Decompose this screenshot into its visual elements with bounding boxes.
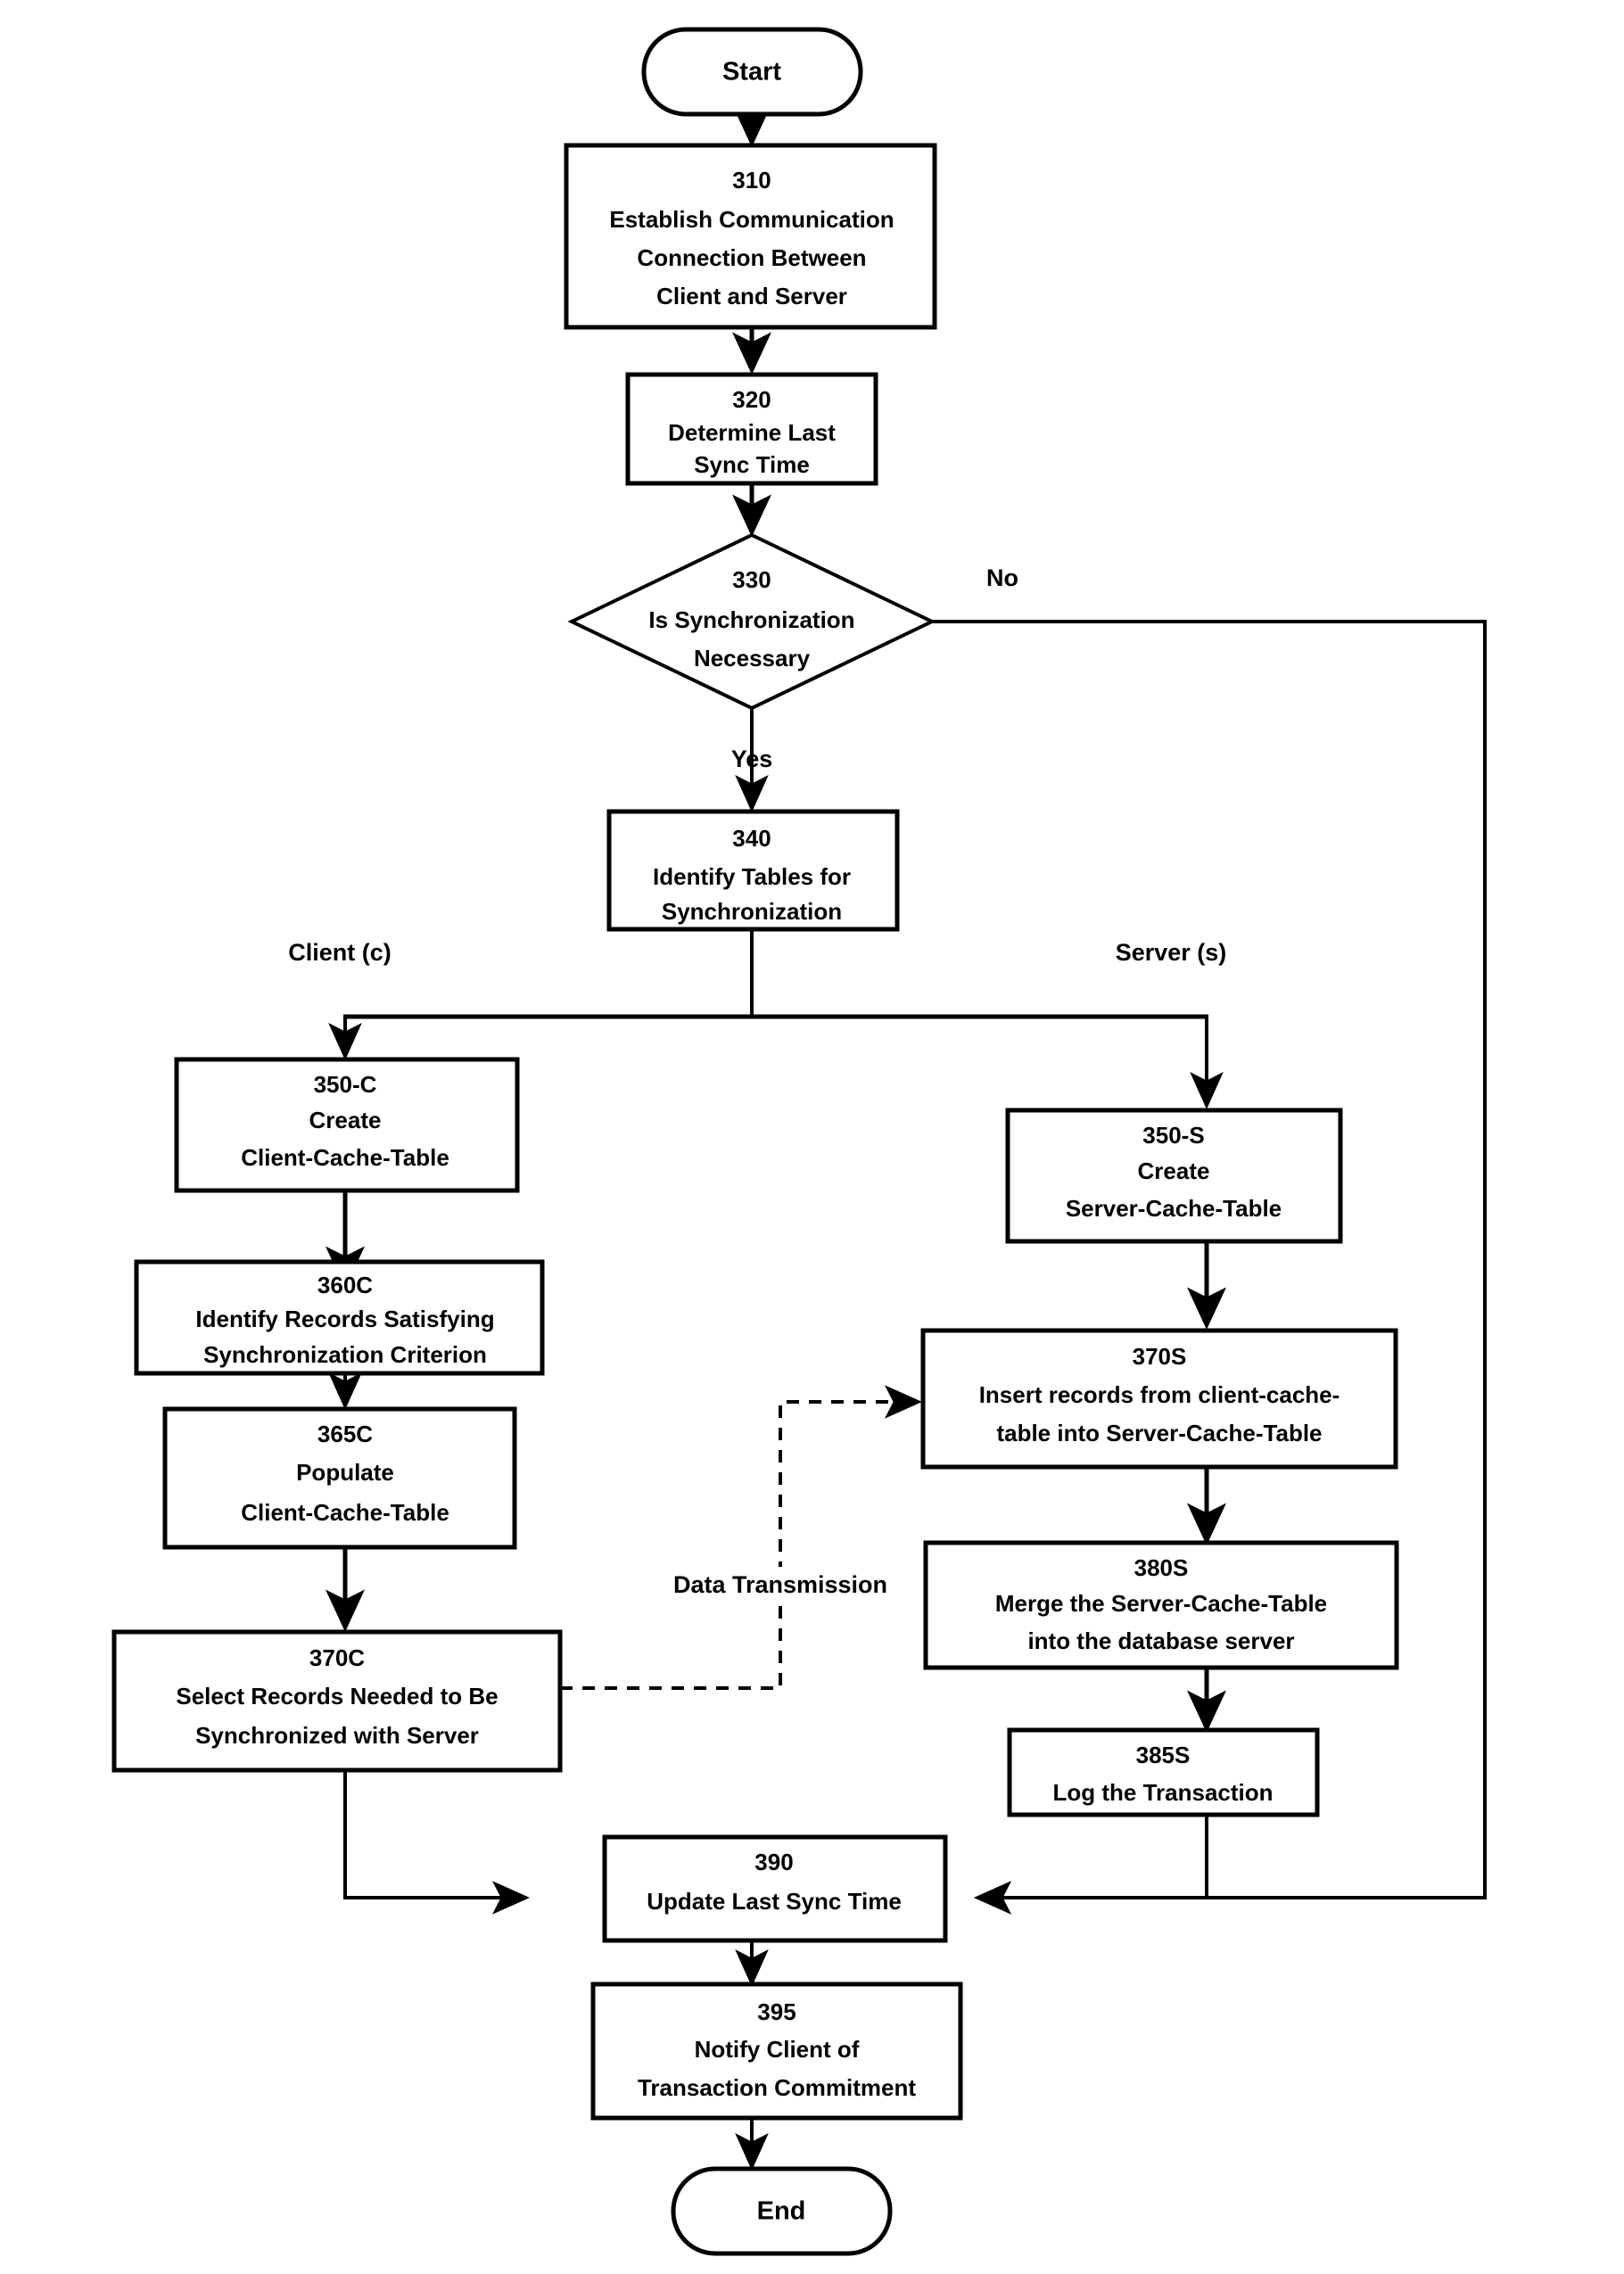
node-350s-id: 350-S [1142, 1122, 1204, 1149]
edge-label-no: No [986, 564, 1018, 591]
node-320-id: 320 [732, 386, 771, 413]
node-370s-line2: table into Server-Cache-Table [996, 1420, 1322, 1446]
connector-370c-to-390 [343, 1770, 530, 1915]
node-380s: 380S Merge the Server-Cache-Table into t… [923, 1540, 1399, 1670]
connector-385s-to-390 [974, 1815, 1208, 1915]
node-360c: 360C Identify Records Satisfying Synchro… [134, 1259, 545, 1376]
node-330-line2: Necessary [694, 645, 811, 671]
node-330-line1: Is Synchronization [648, 606, 854, 633]
node-385s: 385S Log the Transaction [1007, 1727, 1320, 1817]
edge-label-yes: Yes [731, 746, 773, 772]
node-370c-line2: Synchronized with Server [195, 1722, 479, 1749]
node-310-line1: Establish Communication [609, 206, 894, 233]
node-350s-line1: Create [1138, 1158, 1210, 1184]
node-340-line1: Identify Tables for [653, 863, 851, 890]
edge-label-data-transmission: Data Transmission [673, 1571, 887, 1598]
end-label: End [757, 2197, 806, 2226]
node-390-id: 390 [754, 1849, 793, 1875]
node-350c: 350-C Create Client-Cache-Table [174, 1057, 520, 1193]
node-365c: 365C Populate Client-Cache-Table [162, 1406, 517, 1550]
node-395-line1: Notify Client of [695, 2036, 860, 2063]
node-350c-line1: Create [309, 1107, 382, 1133]
node-end: End [671, 2166, 893, 2256]
lane-label-client: Client (c) [288, 939, 392, 966]
node-380s-id: 380S [1134, 1554, 1189, 1581]
node-320-line2: Sync Time [694, 451, 810, 478]
node-320-line1: Determine Last [668, 419, 836, 446]
node-395-line2: Transaction Commitment [638, 2074, 916, 2101]
start-label: Start [722, 58, 781, 87]
node-350s: 350-S Create Server-Cache-Table [1005, 1108, 1343, 1244]
node-340-id: 340 [732, 825, 771, 852]
node-340-line2: Synchronization [662, 898, 842, 925]
node-330-decision: 330 Is Synchronization Necessary [567, 532, 936, 711]
node-350c-id: 350-C [314, 1071, 377, 1098]
node-370s-id: 370S [1133, 1343, 1187, 1370]
node-360c-line2: Synchronization Criterion [203, 1341, 487, 1368]
node-340: 340 Identify Tables for Synchronization [606, 809, 900, 932]
node-370c: 370C Select Records Needed to Be Synchro… [111, 1629, 563, 1773]
node-385s-line1: Log the Transaction [1052, 1779, 1273, 1806]
node-310-line2: Connection Between [637, 244, 866, 271]
node-365c-line2: Client-Cache-Table [241, 1499, 449, 1526]
node-310-id: 310 [732, 167, 771, 194]
node-365c-line1: Populate [296, 1459, 394, 1486]
node-320: 320 Determine Last Sync Time [625, 372, 878, 486]
node-360c-line1: Identify Records Satisfying [195, 1306, 494, 1332]
node-370c-id: 370C [309, 1644, 365, 1671]
node-390-line1: Update Last Sync Time [647, 1888, 902, 1915]
lane-label-server: Server (s) [1116, 939, 1227, 966]
node-310: 310 Establish Communication Connection B… [564, 143, 937, 330]
node-350c-line2: Client-Cache-Table [241, 1144, 449, 1171]
connector-data-transmission-dashed [560, 1385, 922, 1690]
edge-label-data-transmission-group: Data Transmission [633, 1567, 927, 1606]
flowchart-canvas: Start 310 Establish Communication Connec… [0, 0, 1624, 2274]
node-370c-line1: Select Records Needed to Be [176, 1683, 498, 1710]
node-350s-line2: Server-Cache-Table [1066, 1195, 1282, 1222]
node-390: 390 Update Last Sync Time [602, 1834, 948, 1943]
node-385s-id: 385S [1136, 1742, 1191, 1768]
node-370s: 370S Insert records from client-cache- t… [920, 1328, 1398, 1470]
node-365c-id: 365C [317, 1421, 373, 1447]
node-380s-line1: Merge the Server-Cache-Table [995, 1590, 1327, 1617]
node-330-id: 330 [732, 566, 771, 593]
node-360c-id: 360C [317, 1272, 373, 1298]
node-395: 395 Notify Client of Transaction Commitm… [590, 1982, 963, 2121]
node-380s-line2: into the database server [1027, 1627, 1294, 1654]
node-start: Start [641, 27, 863, 117]
flowchart-svg: Start 310 Establish Communication Connec… [111, 27, 1487, 2256]
node-370s-line1: Insert records from client-cache- [979, 1381, 1340, 1408]
node-310-line3: Client and Server [656, 283, 847, 309]
node-395-id: 395 [757, 1998, 796, 2025]
